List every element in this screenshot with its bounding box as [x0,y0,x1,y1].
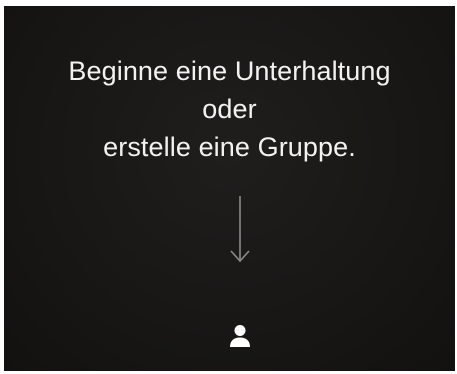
person-icon[interactable] [229,324,251,348]
arrow-down-icon [230,196,250,263]
empty-state-line-3: erstelle eine Gruppe. [103,132,356,162]
empty-state-message: Beginne eine Unterhaltung oder erstelle … [4,52,455,166]
conversation-list-empty-state: Beginne eine Unterhaltung oder erstelle … [4,6,455,371]
empty-state-line-2: oder [202,94,257,124]
empty-state-line-1: Beginne eine Unterhaltung [68,56,391,86]
